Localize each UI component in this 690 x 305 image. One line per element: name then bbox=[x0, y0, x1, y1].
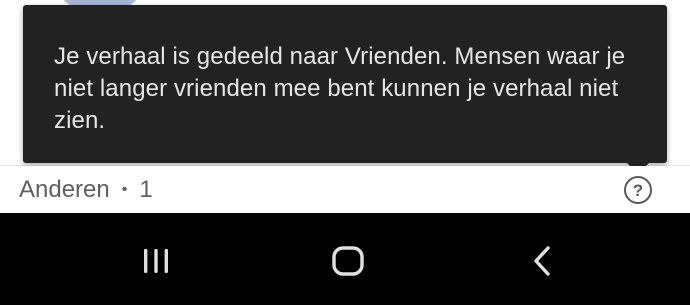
back-button[interactable] bbox=[518, 241, 566, 281]
recent-apps-icon bbox=[144, 249, 168, 273]
info-tooltip[interactable]: Je verhaal is gedeeld naar Vrienden. Men… bbox=[23, 5, 667, 163]
story-audience-screen: Je verhaal is gedeeld naar Vrienden. Men… bbox=[0, 0, 690, 305]
section-title: Anderen • 1 bbox=[19, 176, 153, 204]
section-label: Anderen bbox=[19, 176, 110, 203]
home-button[interactable] bbox=[324, 241, 372, 281]
tooltip-message: Je verhaal is gedeeld naar Vrienden. Men… bbox=[54, 43, 626, 134]
section-header-others: Anderen • 1 ? bbox=[0, 166, 690, 213]
section-separator: • bbox=[121, 181, 128, 198]
help-icon[interactable]: ? bbox=[624, 176, 652, 204]
recent-apps-button[interactable] bbox=[132, 241, 180, 281]
system-navigation-bar bbox=[0, 213, 690, 305]
question-mark-glyph: ? bbox=[632, 180, 644, 200]
section-count: 1 bbox=[139, 176, 153, 203]
back-chevron-icon bbox=[534, 246, 550, 276]
home-icon bbox=[332, 246, 364, 276]
